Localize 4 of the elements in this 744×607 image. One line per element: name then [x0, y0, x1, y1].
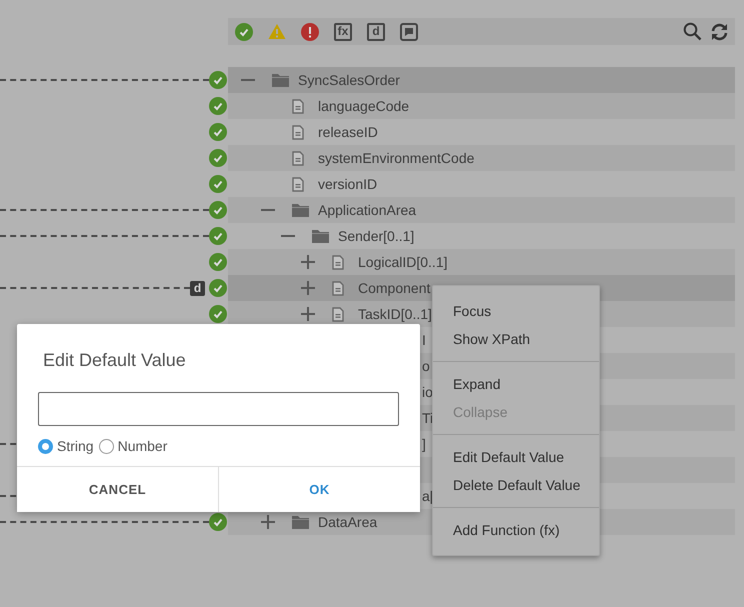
dialog-title: Edit Default Value [42, 349, 187, 372]
radio-label: String [57, 436, 94, 456]
default-value-badge: d [190, 280, 205, 296]
radio-label: Number [118, 436, 168, 456]
